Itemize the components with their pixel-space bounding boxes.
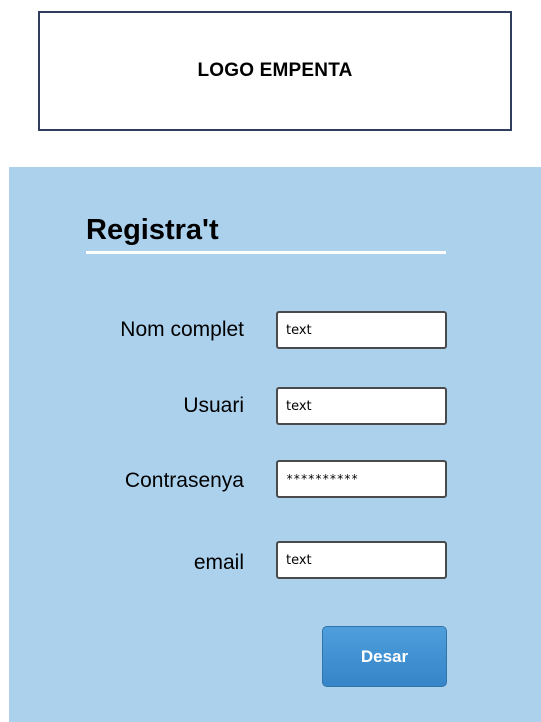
full-name-label: Nom complet (120, 318, 244, 341)
username-input[interactable]: text (276, 387, 447, 425)
email-input[interactable]: text (276, 541, 447, 579)
password-input[interactable]: ********** (276, 460, 447, 498)
form-title: Registra't (86, 214, 219, 246)
username-label: Usuari (183, 394, 244, 417)
logo-text: LOGO EMPENTA (197, 60, 353, 81)
password-label: Contrasenya (124, 469, 244, 492)
title-underline (86, 251, 446, 254)
full-name-input[interactable]: text (276, 311, 447, 349)
email-label: email (193, 551, 244, 574)
logo-box: LOGO EMPENTA (38, 11, 512, 131)
save-button[interactable]: Desar (322, 626, 447, 687)
page: LOGO EMPENTA Registra't Nom complet text… (0, 0, 541, 722)
